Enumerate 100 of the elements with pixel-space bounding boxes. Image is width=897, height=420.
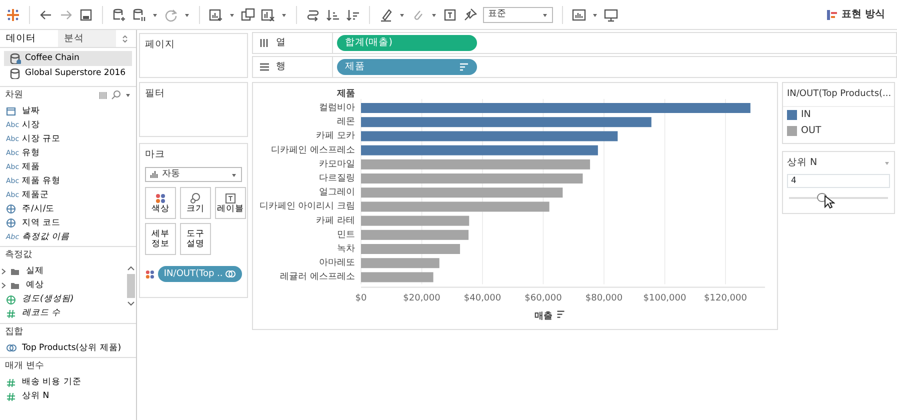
globe-icon — [6, 294, 18, 304]
datasource-item[interactable]: Coffee Chain — [4, 51, 132, 66]
calendar-icon — [6, 106, 18, 116]
card-title: 마크 — [145, 148, 166, 162]
show-me-button[interactable]: 표현 방식 — [820, 5, 891, 24]
search-icon[interactable] — [111, 90, 121, 100]
bar[interactable] — [361, 117, 652, 128]
set-icon — [225, 269, 236, 280]
caret-icon[interactable] — [592, 12, 598, 18]
section-title: 매개 변수 — [5, 360, 44, 373]
color-dots-icon — [145, 268, 155, 280]
globe-icon — [6, 204, 18, 214]
mark-property-button[interactable]: 크기 — [180, 187, 211, 220]
pause-datasource-icon[interactable] — [132, 8, 146, 22]
scrollbar-thumb[interactable] — [127, 274, 135, 298]
tick-label: $40,000 — [464, 293, 502, 304]
caret-icon — [542, 12, 548, 18]
duplicate-icon[interactable] — [241, 8, 255, 22]
datasource-icon — [9, 67, 21, 80]
save-icon[interactable] — [79, 8, 93, 22]
mark-property-button[interactable]: 도구 설명 — [180, 223, 211, 256]
category-label: 디카페인 에스프레소 — [271, 145, 355, 156]
rows-icon — [259, 61, 270, 73]
bar-chart-icon — [150, 170, 159, 180]
chart-icon — [826, 8, 838, 20]
mark-property-button[interactable]: 세부 정보 — [145, 223, 176, 256]
field-item[interactable]: 레코드 수 — [0, 306, 126, 320]
size-icon — [190, 192, 201, 204]
new-worksheet-icon[interactable] — [209, 8, 223, 22]
pin-icon[interactable] — [463, 8, 477, 22]
pane-menu-icon[interactable] — [122, 35, 130, 43]
category-label: 레몬 — [337, 117, 355, 128]
field-item[interactable]: 날짜 — [0, 104, 136, 118]
category-label: 민트 — [337, 230, 355, 240]
section-title: 차원 — [5, 88, 23, 102]
set-icon — [6, 343, 18, 353]
expand-icon[interactable] — [0, 282, 6, 290]
shelf-label: 행 — [276, 60, 286, 74]
expand-icon[interactable] — [0, 268, 6, 276]
shelf-title: 페이지 — [145, 39, 175, 50]
field-item[interactable]: 실제 — [0, 264, 126, 278]
caret-icon[interactable] — [399, 12, 405, 18]
datasource-item[interactable]: Global Superstore 2016 — [4, 66, 132, 80]
caret-icon[interactable] — [229, 12, 235, 18]
shelf-label: 열 — [276, 36, 286, 50]
parameter-title: 상위 N — [787, 156, 818, 170]
sort-icon — [459, 62, 469, 72]
category-label: 녹차 — [337, 244, 355, 254]
globe-icon — [6, 218, 18, 228]
highlight-icon[interactable] — [379, 8, 393, 22]
mark-property-button[interactable]: 색상 — [145, 187, 176, 220]
field-item[interactable]: 예상 — [0, 278, 126, 292]
set-item[interactable]: Top Products(상위 제품) — [0, 341, 136, 355]
add-datasource-icon[interactable] — [112, 8, 126, 22]
field-item[interactable]: 경도(생성됨) — [0, 292, 126, 306]
mark-property-button[interactable]: 레이블 — [215, 187, 246, 220]
bar[interactable] — [361, 145, 598, 156]
sort-ascending-icon[interactable] — [326, 8, 340, 22]
legend-swatch[interactable] — [787, 126, 797, 136]
caret-icon[interactable] — [125, 92, 131, 98]
category-label: 카페 라테 — [316, 216, 355, 226]
swap-icon[interactable] — [306, 8, 320, 22]
category-label: 카모마일 — [319, 159, 355, 170]
tick-label: $60,000 — [524, 293, 562, 304]
axis-title[interactable]: 매출 — [534, 311, 552, 322]
scroll-up-icon[interactable] — [127, 264, 135, 272]
folder-icon — [10, 266, 22, 276]
sort-descending-icon[interactable] — [346, 8, 360, 22]
presentation-icon[interactable] — [572, 8, 586, 22]
parameter-input[interactable]: 4 — [787, 174, 890, 188]
text-label-icon[interactable] — [443, 8, 457, 22]
monitor-icon[interactable] — [604, 8, 618, 22]
mark-type-dropdown[interactable]: 자동 — [145, 167, 242, 182]
caret-icon[interactable] — [281, 12, 287, 18]
legend-swatch[interactable] — [787, 110, 797, 120]
view-toggle-icon[interactable] — [99, 90, 107, 100]
category-label: 디카페인 아이리시 크림 — [259, 202, 355, 212]
number-icon — [6, 392, 18, 402]
parameter-item[interactable]: 상위 N — [0, 390, 136, 404]
datasource-icon — [9, 52, 21, 64]
sort-icon[interactable] — [556, 310, 565, 318]
field-item[interactable]: 주/시/도 — [0, 202, 136, 216]
scroll-down-icon[interactable] — [127, 300, 135, 306]
cursor-icon — [824, 195, 835, 210]
tick-label: $120,000 — [704, 293, 747, 304]
clear-sheet-icon[interactable] — [261, 8, 275, 22]
pane-tab[interactable]: 분석 — [58, 30, 116, 47]
legend-label: IN — [801, 108, 811, 122]
legend-title: IN/OUT(Top Products(... — [783, 86, 894, 106]
caret-icon[interactable] — [431, 12, 437, 18]
category-label: 얼그레이 — [319, 188, 355, 198]
caret-icon[interactable] — [152, 12, 158, 18]
field-item[interactable]: 지역 코드 — [0, 216, 136, 230]
caret-icon[interactable] — [184, 12, 190, 18]
bar[interactable] — [361, 131, 618, 142]
fit-dropdown[interactable]: 표준 — [483, 6, 553, 22]
tick-label: $0 — [355, 293, 367, 304]
shelf-title: 필터 — [145, 88, 165, 99]
back-icon[interactable] — [39, 8, 53, 22]
parameter-item[interactable]: 배송 비용 기준 — [0, 376, 136, 390]
